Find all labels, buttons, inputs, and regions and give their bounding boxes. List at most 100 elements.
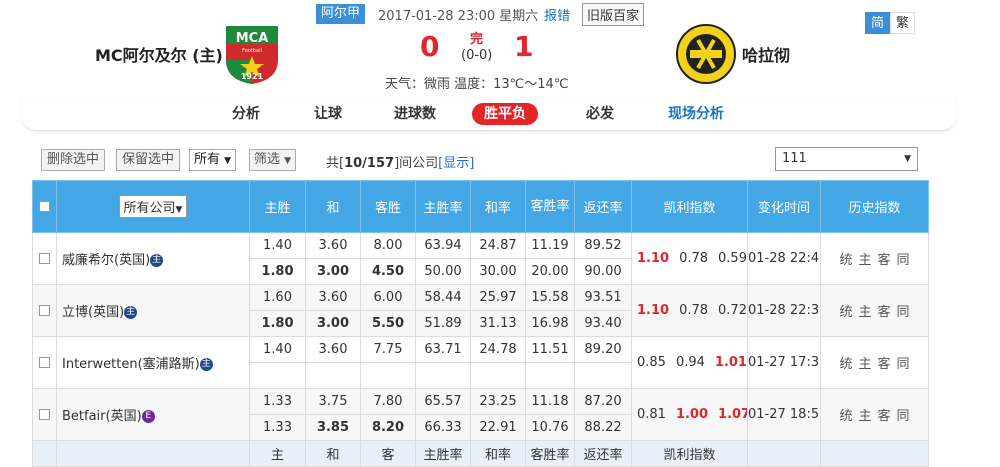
footer-blank	[747, 440, 821, 467]
history-link[interactable]: 同	[897, 249, 910, 268]
live-odds-cell: 88.22	[574, 414, 632, 441]
open-odds-cell: 7.75	[360, 336, 416, 363]
open-odds-cell: 3.60	[305, 232, 361, 259]
live-odds-cell	[574, 362, 632, 389]
old-version-button[interactable]: 旧版百家	[582, 3, 645, 26]
table-footer-row: 主和客主胜率 和率 客胜率 返还率 凯利指数	[32, 440, 929, 467]
open-odds-cell: 11.51	[525, 336, 575, 363]
row-checkbox[interactable]	[39, 357, 50, 368]
live-odds-cell: 66.33	[415, 414, 471, 441]
match-header: 阿尔甲 2017-01-28 23:00 星期六 报错 旧版百家 MC阿尔及尔 …	[0, 0, 1000, 96]
open-odds-cell: 3.60	[305, 284, 361, 311]
history-link[interactable]: 主	[858, 353, 871, 372]
footer-label: 凯利指数	[631, 440, 748, 467]
home-team-name[interactable]: MC阿尔及尔 (主)	[95, 42, 223, 66]
filter-button[interactable]: 筛选 ▼	[249, 149, 297, 171]
chevron-down-icon: ▼	[904, 154, 911, 164]
select-all-checkbox[interactable]	[39, 201, 50, 212]
kelly-value: 0.78	[679, 303, 709, 318]
delete-selected-button[interactable]: 删除选中	[41, 149, 106, 171]
live-odds-cell: 50.00	[415, 258, 471, 285]
all-filter-select[interactable]: 所有 ▼	[189, 149, 237, 171]
history-link[interactable]: 统	[839, 301, 852, 320]
open-odds-cell: 7.80	[360, 388, 416, 415]
home-score: 0	[420, 30, 440, 63]
tab-1x2[interactable]: 胜平负	[472, 103, 538, 125]
change-time-cell: 01-27 18:51	[747, 388, 821, 441]
open-odds-cell: 89.52	[574, 232, 632, 259]
table-header-row: 所有公司▼ 主胜 和 客胜 主胜率 和率 客胜率 返还率 凯利指数 变化时间 历…	[32, 180, 929, 233]
kelly-cell: 1.10 0.78 0.72	[631, 284, 748, 337]
open-odds-cell: 65.57	[415, 388, 471, 415]
live-odds-cell: 8.20	[360, 414, 416, 441]
open-odds-cell: 8.00	[360, 232, 416, 259]
footer-label: 主胜率	[415, 440, 471, 467]
show-link[interactable]: [显示]	[438, 156, 474, 171]
row-checkbox[interactable]	[39, 409, 50, 420]
company-name[interactable]: Interwetten(塞浦路斯)	[62, 357, 200, 372]
history-link[interactable]: 客	[878, 353, 891, 372]
footer-label: 和	[305, 440, 361, 467]
table-row: 立博(英国) 主 1.60 3.60 6.00 58.44 25.97 15.58 93.51 1…	[32, 284, 929, 337]
company-name[interactable]: 立博(英国)	[62, 305, 124, 320]
kelly-cell: 0.85 0.94 1.01	[631, 336, 748, 389]
footer-label: 返还率	[574, 440, 632, 467]
company-name[interactable]: 威廉希尔(英国)	[62, 253, 150, 268]
simplified-chinese-button[interactable]: 简	[865, 12, 891, 34]
history-link[interactable]: 主	[858, 249, 871, 268]
history-link[interactable]: 主	[858, 301, 871, 320]
live-odds-cell	[415, 362, 471, 389]
history-link[interactable]: 客	[878, 249, 891, 268]
open-odds-cell: 1.33	[249, 388, 306, 415]
history-cell: 统主客同	[820, 336, 929, 389]
report-error-link[interactable]: 报错	[544, 5, 570, 24]
history-link[interactable]: 统	[839, 405, 852, 424]
open-odds-cell: 11.18	[525, 388, 575, 415]
change-time-cell: 01-28 22:47	[747, 232, 821, 285]
tab-analysis[interactable]: 分析	[220, 103, 272, 125]
header-change-time: 变化时间	[747, 180, 821, 233]
open-odds-cell: 63.94	[415, 232, 471, 259]
live-odds-cell	[249, 362, 306, 389]
open-odds-cell: 58.44	[415, 284, 471, 311]
history-link[interactable]: 客	[878, 405, 891, 424]
company-name[interactable]: Betfair(英国)	[62, 409, 142, 424]
analysis-nav: 分析 让球 进球数 胜平负 必发 现场分析	[22, 97, 956, 131]
away-team-name[interactable]: 哈拉彻	[742, 42, 790, 66]
history-link[interactable]: 统	[839, 353, 852, 372]
all-companies-dropdown[interactable]: 所有公司▼	[118, 195, 188, 218]
keep-selected-button[interactable]: 保留选中	[116, 149, 181, 171]
chevron-down-icon: ▼	[284, 156, 292, 166]
history-link[interactable]: 统	[839, 249, 852, 268]
open-odds-cell: 25.97	[470, 284, 526, 311]
history-cell: 统主客同	[820, 388, 929, 441]
company-badge-icon: 主	[150, 254, 164, 267]
tab-handicap[interactable]: 让球	[302, 103, 354, 125]
history-link[interactable]: 客	[878, 301, 891, 320]
league-tag[interactable]: 阿尔甲	[316, 4, 366, 24]
row-checkbox[interactable]	[39, 305, 50, 316]
history-link[interactable]: 同	[897, 301, 910, 320]
company-cell: Betfair(英国) E	[56, 388, 250, 441]
away-team-logo	[676, 24, 736, 84]
history-link[interactable]: 同	[897, 353, 910, 372]
tab-goals[interactable]: 进球数	[382, 103, 448, 125]
history-link[interactable]: 同	[897, 405, 910, 424]
odds-table-body: 威廉希尔(英国) 主 1.40 3.60 8.00 63.94 24.87 11.19 89.5…	[32, 232, 929, 467]
row-checkbox[interactable]	[39, 253, 50, 264]
open-odds-cell: 1.60	[249, 284, 306, 311]
history-link[interactable]: 主	[858, 405, 871, 424]
tab-betfair[interactable]: 必发	[574, 103, 626, 125]
count-prefix: 共[	[326, 156, 345, 171]
kelly-value: 1.01	[714, 355, 747, 370]
live-odds-cell: 3.00	[305, 258, 361, 285]
open-odds-cell: 89.20	[574, 336, 632, 363]
tab-live-analysis[interactable]: 现场分析	[656, 103, 736, 125]
open-odds-cell: 11.19	[525, 232, 575, 259]
kelly-value: 0.78	[679, 251, 709, 266]
traditional-chinese-button[interactable]: 繁	[890, 12, 916, 34]
company-cell: Interwetten(塞浦路斯) 主	[56, 336, 250, 389]
preset-select[interactable]: 111 ▼	[775, 147, 918, 171]
home-team-logo: MCA Football 1921	[226, 26, 278, 84]
kelly-value: 1.07	[718, 407, 748, 422]
